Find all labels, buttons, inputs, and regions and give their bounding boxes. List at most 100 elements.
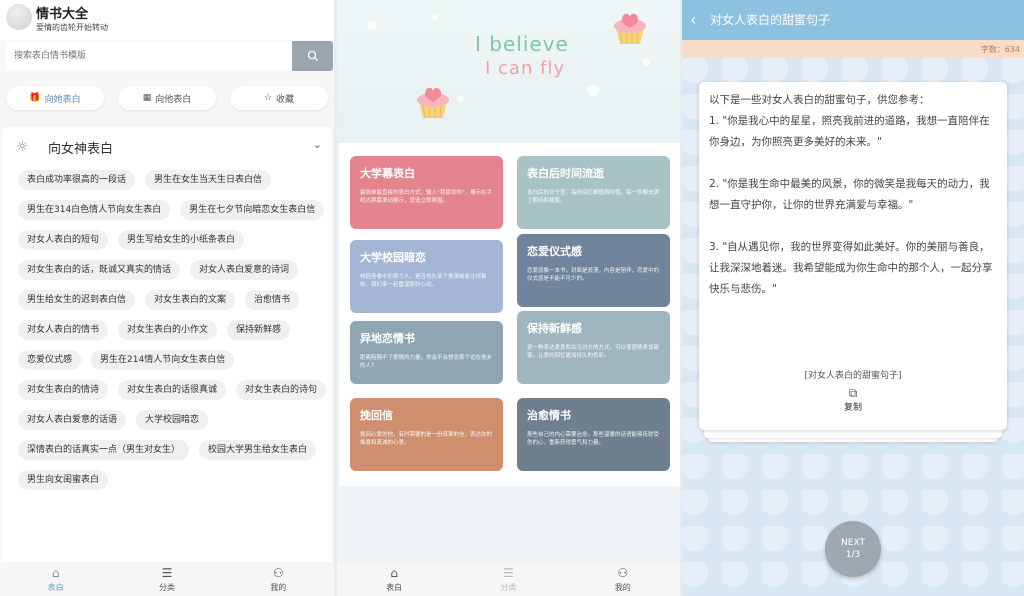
category-screen: I believe I can fly 大学幕表白 最简单最直接的表白方式，输入… [337, 0, 680, 596]
tab-label: 向他表白 [155, 94, 192, 105]
topic-chip[interactable]: 对女生表白的小作文 [118, 320, 218, 340]
sentence-item: 3. "自从遇见你，我的世界变得如此美好。你的美丽与善良，让我深深地着迷。我希望… [709, 241, 993, 295]
topic-chip[interactable]: 对女人表白的情书 [18, 320, 109, 340]
avatar[interactable] [6, 4, 32, 30]
topic-chip[interactable]: 校园大学男生给女生表白 [199, 440, 317, 460]
topic-chip[interactable]: 对女生表白的话很真诚 [118, 380, 227, 400]
nav-profile[interactable]: ⚇ 我的 [593, 566, 653, 593]
sentence-item: 1. "你是我心中的星星，照亮我前进的道路，我想一直陪伴在你身边，为你照亮更多美… [709, 115, 990, 148]
nav-home[interactable]: ⌂ 表白 [26, 566, 86, 593]
chevron-down-icon[interactable]: ⌄ [313, 138, 322, 151]
topic-chip[interactable]: 男生在女生当天生日表白信 [145, 170, 272, 190]
topic-chip[interactable]: 对女生表白的诗句 [236, 380, 327, 400]
search-button[interactable] [292, 41, 333, 71]
banner-text-2: I can fly [485, 58, 566, 79]
home-screen: 情书大全 爱情的齿轮开始转动 🎁 向她表白 ▦ 向他表白 ☆ 收藏 ☼ 向女神表… [0, 0, 334, 596]
back-arrow-icon[interactable]: ‹ [690, 10, 696, 29]
user-icon: ⚇ [272, 565, 284, 580]
nav-profile[interactable]: ⚇ 我的 [248, 566, 308, 593]
category-tabs: 🎁 向她表白 ▦ 向他表白 ☆ 收藏 [6, 86, 330, 112]
card-big-screen[interactable]: 大学幕表白 最简单最直接的表白方式，输入“我喜欢你”，展示在手机大屏幕滚动展示，… [350, 156, 503, 229]
card-title: 表白后时间流逝 [527, 167, 604, 180]
nav-label: 表白 [47, 582, 64, 592]
search-icon [307, 50, 318, 62]
card-long-distance[interactable]: 异地恋情书 距离阻隔不了爱情的力量，你会不会想念那个远在他乡的人？ [350, 321, 503, 384]
letter-content: 以下是一些对女人表白的甜蜜句子，供您参考： 1. "你是我心中的星星，照亮我前进… [709, 90, 997, 300]
card-title: 恋爱仪式感 [527, 245, 582, 258]
category-card-grid: 大学幕表白 最简单最直接的表白方式，输入“我喜欢你”，展示在手机大屏幕滚动展示，… [339, 143, 680, 486]
card-description: 距离阻隔不了爱情的力量，你会不会想念那个远在他乡的人？ [360, 355, 493, 369]
nav-label: 表白 [386, 582, 403, 592]
topic-chip[interactable]: 对女人表白爱意的话语 [18, 410, 127, 430]
nav-label: 我的 [270, 582, 287, 592]
word-count-bar: 字数：634 [682, 40, 1024, 58]
sentence-item: 2. "你是我生命中最美的风景，你的微笑是我每天的动力，我想一直守护你，让你的世… [709, 178, 990, 211]
topic-chip[interactable]: 男生在214情人节向女生表白信 [91, 350, 235, 370]
home-icon: ⌂ [390, 565, 398, 580]
topic-chip[interactable]: 对女生表白的文案 [145, 290, 236, 310]
card-campus-crush[interactable]: 大学校园暗恋 校园青春中的那个人，是否也在某个角落偷偷注视着你，我们来一起重温那… [350, 240, 503, 313]
card-description: 表白后的日子里，每份回忆都值得珍惜，每一秒都充满了期待和甜蜜。 [527, 190, 660, 204]
bottom-nav: ⌂ 表白 ☰ 分类 ⚇ 我的 [337, 562, 680, 596]
topic-chip[interactable]: 男生给女生的迟到表白信 [18, 290, 136, 310]
card-description: 爱一种表达爱意和关注对方的方式，可以使感情更加甜蜜，让爱的回忆更加持久的色彩。 [527, 345, 660, 359]
sun-icon: ☼ [16, 139, 29, 155]
copy-button[interactable]: ⧉ 复制 [699, 386, 1007, 413]
copy-icon: ⧉ [848, 386, 858, 400]
card-healing[interactable]: 治愈情书 那些自己的内心需要治愈，那些温暖的话语能够抚慰受伤的心，重新获得勇气和… [517, 398, 670, 471]
nav-label: 分类 [158, 582, 175, 592]
section-header[interactable]: ☼ 向女神表白 ⌄ [16, 137, 326, 157]
source-label: [对女人表白的甜蜜句子] [804, 371, 902, 381]
topic-chip[interactable]: 对女生表白的情诗 [18, 380, 109, 400]
banner-text-1: I believe [475, 32, 569, 56]
detail-screen: ‹ 对女人表白的甜蜜句子 字数：634 以下是一些对女人表白的甜蜜句子，供您参考… [682, 0, 1024, 596]
goddess-section: ☼ 向女神表白 ⌄ 表白成功率很高的一段话 男生在女生当天生日表白信男生在314白… [2, 127, 332, 563]
topic-chip[interactable]: 深情表白的话真实一点（男生对女生） [18, 440, 190, 460]
topic-chip[interactable]: 恋爱仪式感 [18, 350, 82, 370]
card-title: 挽回信 [360, 409, 393, 422]
card-ritual[interactable]: 恋爱仪式感 恋爱就像一本书，封面是浪漫，内容是陪伴，恋爱中的仪式感是不能不可少的… [517, 234, 670, 307]
nav-category[interactable]: ☰ 分类 [478, 566, 538, 593]
card-description: 校园青春中的那个人，是否也在某个角落偷偷注视着你，我们来一起重温那份心动。 [360, 274, 487, 288]
tab-favorites[interactable]: ☆ 收藏 [230, 86, 328, 110]
list-icon: ☰ [503, 565, 514, 580]
topic-chip[interactable]: 男生在七夕节向暗恋女生表白信 [180, 200, 325, 220]
search-bar [6, 41, 333, 71]
card-win-back[interactable]: 挽回信 挽回心爱的他，有时需要的是一份真挚的信，表达你的悔意和真诚的心意。 [350, 398, 503, 471]
card-title: 治愈情书 [527, 409, 571, 422]
star-icon: ☆ [263, 93, 273, 103]
search-input[interactable] [6, 41, 292, 71]
topic-chip[interactable]: 保持新鲜感 [227, 320, 291, 340]
cupcake-icon [614, 13, 646, 45]
next-button[interactable]: NEXT 1/3 [825, 521, 881, 577]
nav-label: 分类 [500, 582, 517, 592]
intro-text: 以下是一些对女人表白的甜蜜句子，供您参考： [709, 94, 930, 106]
home-icon: ⌂ [51, 565, 60, 580]
topic-chip[interactable]: 表白成功率很高的一段话 [18, 170, 136, 190]
tab-to-her[interactable]: 🎁 向她表白 [6, 86, 104, 110]
card-title: 异地恋情书 [360, 332, 415, 345]
page-title: 对女人表白的甜蜜句子 [710, 13, 831, 27]
card-title: 大学幕表白 [360, 167, 415, 180]
topic-chip[interactable]: 对女生表白的话，既诚又真实的情话 [18, 260, 181, 280]
card-description: 恋爱就像一本书，封面是浪漫，内容是陪伴，恋爱中的仪式感是不能不可少的。 [527, 268, 660, 282]
calendar-icon: ▦ [142, 93, 152, 103]
topic-chip[interactable]: 男生写给女生的小纸条表白 [118, 230, 245, 250]
cupcake-icon [417, 87, 449, 119]
topic-chip[interactable]: 治愈情书 [245, 290, 300, 310]
topic-chip[interactable]: 大学校园暗恋 [136, 410, 209, 430]
card-time-passing[interactable]: 表白后时间流逝 表白后的日子里，每份回忆都值得珍惜，每一秒都充满了期待和甜蜜。 [517, 156, 670, 229]
tab-to-him[interactable]: ▦ 向他表白 [118, 86, 216, 110]
nav-category[interactable]: ☰ 分类 [137, 566, 197, 593]
topic-chip-list: 表白成功率很高的一段话 男生在女生当天生日表白信 男生在314白色情人节向女生表白男… [18, 170, 330, 490]
letter-card: 以下是一些对女人表白的甜蜜句子，供您参考： 1. "你是我心中的星星，照亮我前进… [699, 82, 1007, 430]
word-count: 字数：634 [980, 45, 1020, 54]
nav-home[interactable]: ⌂ 表白 [364, 566, 424, 593]
app-title: 情书大全 [36, 7, 89, 22]
card-freshness[interactable]: 保持新鲜感 爱一种表达爱意和关注对方的方式，可以使感情更加甜蜜，让爱的回忆更加持… [517, 311, 670, 384]
topic-chip[interactable]: 男生向女闺蜜表白 [18, 470, 109, 490]
topic-chip[interactable]: 男生在314白色情人节向女生表白 [18, 200, 171, 220]
app-header: 情书大全 爱情的齿轮开始转动 [0, 0, 334, 40]
topic-chip[interactable]: 对女人表白的短句 [18, 230, 109, 250]
topic-chip[interactable]: 对女人表白爱意的诗词 [190, 260, 299, 280]
